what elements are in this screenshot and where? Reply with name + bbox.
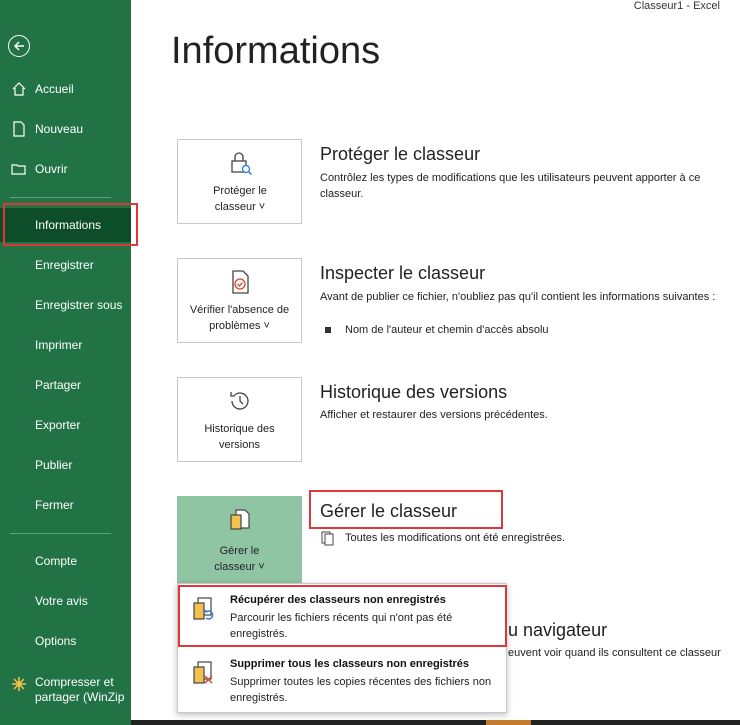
highlight-informations: [3, 203, 138, 246]
sidebar-item-winzip[interactable]: Compresser et partager (WinZip: [0, 672, 131, 722]
sidebar-divider: [10, 533, 111, 534]
protect-description: Contrôlez les types de modifications que…: [320, 172, 701, 200]
sidebar-item-partager[interactable]: Partager: [0, 368, 131, 402]
sidebar-item-publier[interactable]: Publier: [0, 448, 131, 482]
sidebar-item-enregistrer[interactable]: Enregistrer: [0, 248, 131, 282]
protect-title: Protéger le classeur: [320, 144, 481, 164]
sidebar-item-ouvrir[interactable]: Ouvrir: [0, 152, 131, 186]
sidebar-item-imprimer[interactable]: Imprimer: [0, 328, 131, 362]
sidebar-divider: [10, 197, 111, 198]
history-title: Historique des versions: [320, 382, 508, 402]
taskbar-strip: [131, 720, 740, 725]
inspect-description: Avant de publier ce fichier, n'oubliez p…: [320, 291, 716, 303]
sidebar-item-exporter[interactable]: Exporter: [0, 408, 131, 442]
documents-icon: [229, 509, 250, 530]
manage-description: Toutes les modifications ont été enregis…: [345, 532, 566, 544]
highlight-recover-item: [178, 585, 507, 647]
document-saved-icon: [321, 531, 334, 546]
arrow-left-icon: [13, 41, 24, 51]
delete-unsaved-item[interactable]: Supprimer tous les classeurs non enregis…: [178, 650, 506, 712]
browser-title: u navigateur: [508, 620, 608, 640]
sidebar-item-nouveau[interactable]: Nouveau: [0, 112, 131, 146]
protect-workbook-button[interactable]: Protéger le classeur ˅: [177, 139, 302, 224]
app-name: Excel: [693, 0, 720, 12]
home-icon: [12, 82, 26, 96]
sidebar-item-options[interactable]: Options: [0, 624, 131, 658]
back-button[interactable]: [8, 35, 30, 57]
sidebar-item-enregistrer-sous[interactable]: Enregistrer sous: [0, 288, 131, 322]
sidebar-item-accueil[interactable]: Accueil: [0, 72, 131, 106]
page-title: Informations: [171, 30, 381, 72]
new-file-icon: [13, 121, 25, 137]
folder-open-icon: [11, 164, 26, 175]
sidebar-item-fermer[interactable]: Fermer: [0, 488, 131, 522]
manage-workbook-button[interactable]: Gérer le classeur ˅: [177, 496, 302, 584]
winzip-icon: [12, 677, 26, 691]
inspect-bullet-text: Nom de l'auteur et chemin d'accès absolu: [345, 324, 549, 336]
taskbar-segment: [486, 720, 531, 725]
window-title: Classeur1 - Excel: [633, 0, 720, 12]
history-description: Afficher et restaurer des versions précé…: [320, 409, 548, 421]
lock-icon: [230, 152, 252, 176]
clock-history-icon: [229, 392, 249, 410]
browser-description: euvent voir quand ils consultent ce clas…: [508, 647, 721, 659]
delete-document-icon: [193, 661, 213, 684]
inspect-title: Inspecter le classeur: [320, 263, 486, 283]
bullet-icon: [325, 327, 331, 333]
highlight-manage-title: [309, 490, 503, 529]
backstage-sidebar: Accueil Nouveau Ouvrir Informations Enre…: [0, 0, 131, 725]
sidebar-item-votre-avis[interactable]: Votre avis: [0, 584, 131, 618]
document-check-icon: [231, 270, 249, 294]
document-name: Classeur1: [633, 0, 684, 12]
sidebar-item-compte[interactable]: Compte: [0, 544, 131, 578]
check-issues-button[interactable]: Vérifier l'absence de problèmes ˅: [177, 258, 302, 343]
version-history-button[interactable]: Historique des versions: [177, 377, 302, 462]
